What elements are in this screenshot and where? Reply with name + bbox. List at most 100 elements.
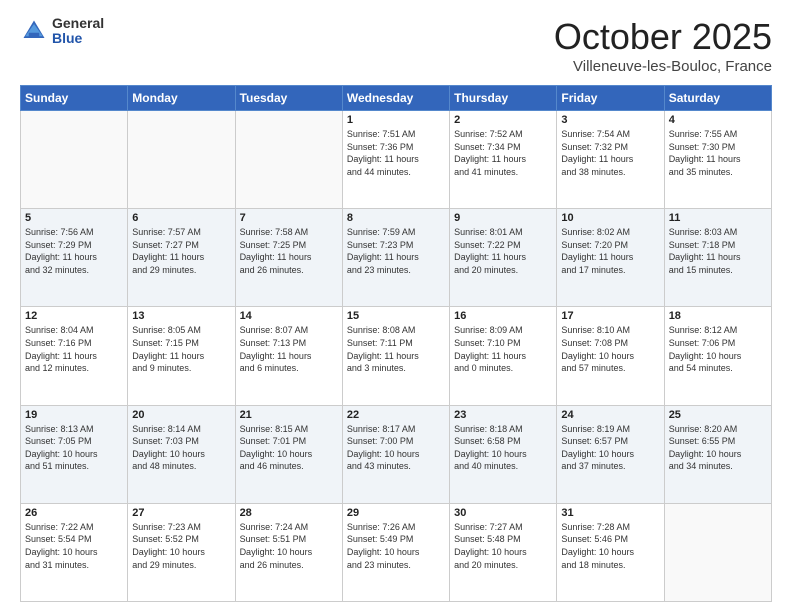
day-info: Sunrise: 7:22 AM Sunset: 5:54 PM Dayligh… (25, 521, 123, 571)
day-number: 26 (25, 507, 123, 519)
calendar-cell: 29 Sunrise: 7:26 AM Sunset: 5:49 PM Dayli… (342, 503, 449, 601)
header-monday: Monday (128, 86, 235, 111)
day-number: 9 (454, 212, 552, 224)
day-info: Sunrise: 7:23 AM Sunset: 5:52 PM Dayligh… (132, 521, 230, 571)
calendar-cell: 5 Sunrise: 7:56 AM Sunset: 7:29 PM Daylig… (21, 209, 128, 307)
calendar-cell: 21 Sunrise: 8:15 AM Sunset: 7:01 PM Dayli… (235, 405, 342, 503)
calendar-cell: 8 Sunrise: 7:59 AM Sunset: 7:23 PM Daylig… (342, 209, 449, 307)
location: Villeneuve-les-Bouloc, France (554, 58, 772, 75)
calendar-cell: 18Sunrise: 8:12 AM Sunset: 7:06 PM Dayli… (664, 307, 771, 405)
day-info: Sunrise: 8:07 AM Sunset: 7:13 PM Dayligh… (240, 324, 338, 374)
day-number: 18 (669, 310, 767, 322)
day-number: 23 (454, 409, 552, 421)
calendar-cell: 22 Sunrise: 8:17 AM Sunset: 7:00 PM Dayli… (342, 405, 449, 503)
calendar-cell: 31 Sunrise: 7:28 AM Sunset: 5:46 PM Dayli… (557, 503, 664, 601)
day-number: 1 (347, 114, 445, 126)
calendar-cell: 13Sunrise: 8:05 AM Sunset: 7:15 PM Dayli… (128, 307, 235, 405)
calendar-cell: 23 Sunrise: 8:18 AM Sunset: 6:58 PM Dayli… (450, 405, 557, 503)
day-info: Sunrise: 8:05 AM Sunset: 7:15 PM Dayligh… (132, 324, 230, 374)
day-number: 21 (240, 409, 338, 421)
day-info: Sunrise: 7:55 AM Sunset: 7:30 PM Dayligh… (669, 128, 767, 178)
header: General Blue October 2025 Villeneuve-les… (20, 16, 772, 75)
day-info: Sunrise: 7:28 AM Sunset: 5:46 PM Dayligh… (561, 521, 659, 571)
day-info: Sunrise: 8:04 AM Sunset: 7:16 PM Dayligh… (25, 324, 123, 374)
day-info: Sunrise: 8:03 AM Sunset: 7:18 PM Dayligh… (669, 226, 767, 276)
calendar-cell: 2Sunrise: 7:52 AM Sunset: 7:34 PM Daylig… (450, 111, 557, 209)
day-number: 17 (561, 310, 659, 322)
day-number: 30 (454, 507, 552, 519)
calendar-cell: 20Sunrise: 8:14 AM Sunset: 7:03 PM Dayli… (128, 405, 235, 503)
calendar-week-4: 19Sunrise: 8:13 AM Sunset: 7:05 PM Dayli… (21, 405, 772, 503)
calendar-cell: 19Sunrise: 8:13 AM Sunset: 7:05 PM Dayli… (21, 405, 128, 503)
day-info: Sunrise: 8:17 AM Sunset: 7:00 PM Dayligh… (347, 423, 445, 473)
day-info: Sunrise: 8:01 AM Sunset: 7:22 PM Dayligh… (454, 226, 552, 276)
calendar-cell: 12 Sunrise: 8:04 AM Sunset: 7:16 PM Dayli… (21, 307, 128, 405)
calendar-cell: 28Sunrise: 7:24 AM Sunset: 5:51 PM Dayli… (235, 503, 342, 601)
day-number: 4 (669, 114, 767, 126)
day-number: 31 (561, 507, 659, 519)
day-info: Sunrise: 7:54 AM Sunset: 7:32 PM Dayligh… (561, 128, 659, 178)
month-title: October 2025 (554, 16, 772, 58)
day-number: 20 (132, 409, 230, 421)
calendar-cell: 24Sunrise: 8:19 AM Sunset: 6:57 PM Dayli… (557, 405, 664, 503)
day-info: Sunrise: 7:56 AM Sunset: 7:29 PM Dayligh… (25, 226, 123, 276)
calendar-cell (235, 111, 342, 209)
calendar-week-2: 5 Sunrise: 7:56 AM Sunset: 7:29 PM Daylig… (21, 209, 772, 307)
day-number: 24 (561, 409, 659, 421)
day-info: Sunrise: 8:09 AM Sunset: 7:10 PM Dayligh… (454, 324, 552, 374)
day-info: Sunrise: 8:08 AM Sunset: 7:11 PM Dayligh… (347, 324, 445, 374)
calendar-cell: 1 Sunrise: 7:51 AM Sunset: 7:36 PM Daylig… (342, 111, 449, 209)
calendar-cell (664, 503, 771, 601)
calendar-week-1: 1 Sunrise: 7:51 AM Sunset: 7:36 PM Daylig… (21, 111, 772, 209)
day-info: Sunrise: 7:57 AM Sunset: 7:27 PM Dayligh… (132, 226, 230, 276)
day-number: 11 (669, 212, 767, 224)
day-number: 5 (25, 212, 123, 224)
calendar-cell: 17 Sunrise: 8:10 AM Sunset: 7:08 PM Dayli… (557, 307, 664, 405)
calendar-week-5: 26 Sunrise: 7:22 AM Sunset: 5:54 PM Dayli… (21, 503, 772, 601)
day-info: Sunrise: 8:18 AM Sunset: 6:58 PM Dayligh… (454, 423, 552, 473)
calendar-cell: 11 Sunrise: 8:03 AM Sunset: 7:18 PM Dayli… (664, 209, 771, 307)
day-info: Sunrise: 8:13 AM Sunset: 7:05 PM Dayligh… (25, 423, 123, 473)
day-info: Sunrise: 7:26 AM Sunset: 5:49 PM Dayligh… (347, 521, 445, 571)
calendar-cell (128, 111, 235, 209)
header-wednesday: Wednesday (342, 86, 449, 111)
calendar-cell: 27 Sunrise: 7:23 AM Sunset: 5:52 PM Dayli… (128, 503, 235, 601)
calendar-cell: 25Sunrise: 8:20 AM Sunset: 6:55 PM Dayli… (664, 405, 771, 503)
day-number: 27 (132, 507, 230, 519)
day-info: Sunrise: 7:52 AM Sunset: 7:34 PM Dayligh… (454, 128, 552, 178)
day-number: 22 (347, 409, 445, 421)
day-info: Sunrise: 7:27 AM Sunset: 5:48 PM Dayligh… (454, 521, 552, 571)
day-number: 12 (25, 310, 123, 322)
calendar-cell: 26 Sunrise: 7:22 AM Sunset: 5:54 PM Dayli… (21, 503, 128, 601)
day-info: Sunrise: 7:51 AM Sunset: 7:36 PM Dayligh… (347, 128, 445, 178)
calendar-cell: 10Sunrise: 8:02 AM Sunset: 7:20 PM Dayli… (557, 209, 664, 307)
day-number: 29 (347, 507, 445, 519)
calendar-header-row: Sunday Monday Tuesday Wednesday Thursday… (21, 86, 772, 111)
day-info: Sunrise: 8:15 AM Sunset: 7:01 PM Dayligh… (240, 423, 338, 473)
day-number: 28 (240, 507, 338, 519)
day-number: 3 (561, 114, 659, 126)
header-friday: Friday (557, 86, 664, 111)
day-number: 15 (347, 310, 445, 322)
day-number: 16 (454, 310, 552, 322)
logo: General Blue (20, 16, 104, 47)
day-info: Sunrise: 8:02 AM Sunset: 7:20 PM Dayligh… (561, 226, 659, 276)
day-info: Sunrise: 8:10 AM Sunset: 7:08 PM Dayligh… (561, 324, 659, 374)
day-number: 6 (132, 212, 230, 224)
page: General Blue October 2025 Villeneuve-les… (0, 0, 792, 612)
calendar: Sunday Monday Tuesday Wednesday Thursday… (20, 85, 772, 602)
calendar-cell: 4 Sunrise: 7:55 AM Sunset: 7:30 PM Daylig… (664, 111, 771, 209)
day-info: Sunrise: 7:59 AM Sunset: 7:23 PM Dayligh… (347, 226, 445, 276)
logo-general: General (52, 16, 104, 31)
calendar-cell (21, 111, 128, 209)
logo-blue-text: Blue (52, 31, 104, 46)
day-info: Sunrise: 7:58 AM Sunset: 7:25 PM Dayligh… (240, 226, 338, 276)
day-number: 7 (240, 212, 338, 224)
calendar-cell: 7 Sunrise: 7:58 AM Sunset: 7:25 PM Daylig… (235, 209, 342, 307)
header-saturday: Saturday (664, 86, 771, 111)
calendar-cell: 6 Sunrise: 7:57 AM Sunset: 7:27 PM Daylig… (128, 209, 235, 307)
day-info: Sunrise: 8:20 AM Sunset: 6:55 PM Dayligh… (669, 423, 767, 473)
calendar-cell: 15 Sunrise: 8:08 AM Sunset: 7:11 PM Dayli… (342, 307, 449, 405)
day-number: 8 (347, 212, 445, 224)
calendar-cell: 9 Sunrise: 8:01 AM Sunset: 7:22 PM Daylig… (450, 209, 557, 307)
